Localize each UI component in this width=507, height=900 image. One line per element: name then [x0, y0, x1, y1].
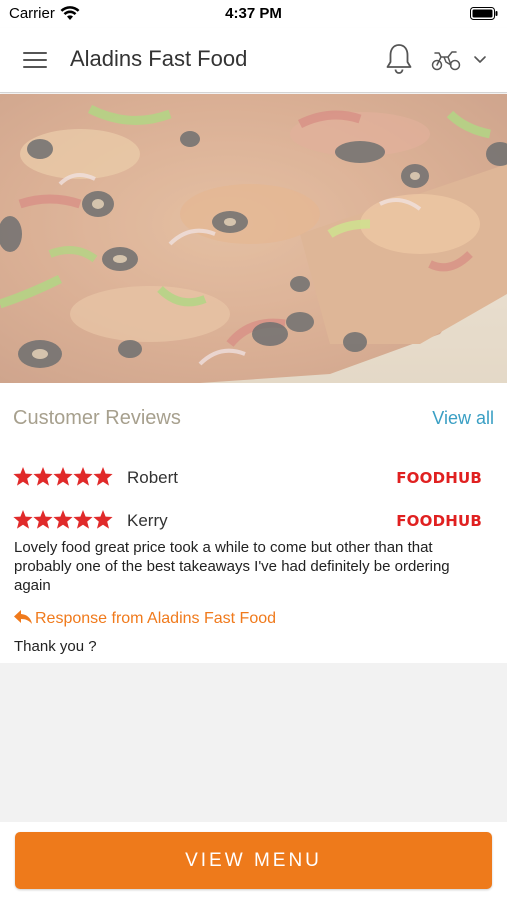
chevron-down-icon[interactable]: [472, 52, 488, 66]
foodhub-logo: FOODHUB: [396, 469, 482, 487]
response-label: Response from Aladins Fast Food: [35, 610, 277, 627]
scooter-icon[interactable]: [430, 48, 462, 72]
foodhub-logo: FOODHUB: [396, 512, 482, 530]
review-row: Kerry FOODHUB: [13, 507, 495, 533]
menu-icon[interactable]: [22, 48, 48, 72]
reply-icon: [14, 610, 32, 624]
review-row: Robert FOODHUB: [13, 464, 495, 490]
bell-icon[interactable]: [384, 42, 414, 76]
star-rating: [13, 510, 113, 529]
content-background: [0, 663, 507, 822]
hero-overlay: [0, 94, 507, 383]
status-time: 4:37 PM: [225, 5, 282, 22]
page-title: Aladins Fast Food: [70, 46, 248, 71]
response-toggle[interactable]: Response from Aladins Fast Food: [13, 609, 276, 628]
reviewer-name: Kerry: [127, 511, 168, 530]
star-rating: [13, 467, 113, 486]
view-all-link[interactable]: View all: [432, 408, 494, 429]
hero-image: [0, 94, 507, 383]
status-bar: Carrier 4:37 PM: [0, 0, 507, 28]
review-text: Lovely food great price took a while to …: [14, 539, 450, 594]
footer-bar: VIEW MENU: [0, 822, 507, 900]
view-menu-button[interactable]: VIEW MENU: [15, 832, 492, 889]
reviewer-name: Robert: [127, 468, 179, 487]
battery-icon: [470, 7, 498, 20]
section-title-reviews: Customer Reviews: [13, 407, 181, 429]
app-header: Aladins Fast Food: [0, 28, 507, 93]
response-text: Thank you ?: [14, 638, 97, 655]
